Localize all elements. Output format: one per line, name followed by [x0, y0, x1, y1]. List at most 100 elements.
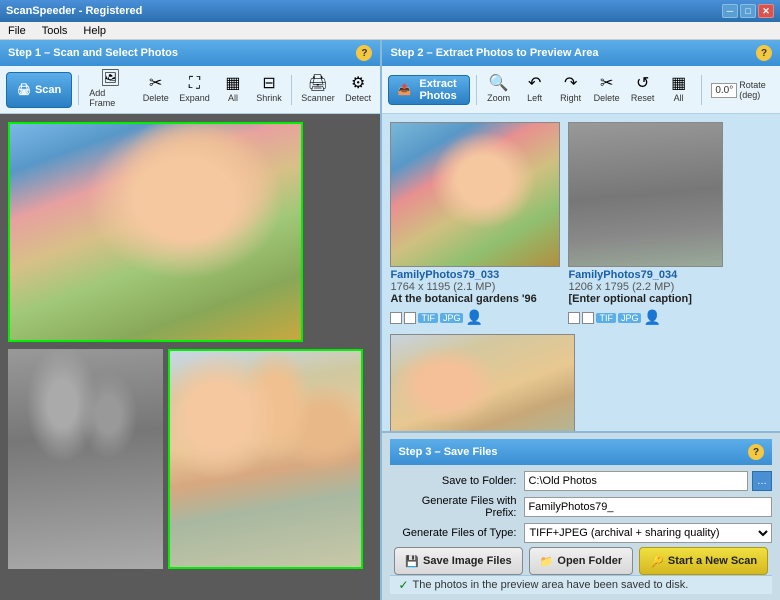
save-images-label: Save Image Files [423, 555, 512, 567]
scanner-icon: 🖨 [308, 76, 328, 92]
add-frame-button[interactable]: 🖼 Add Frame [85, 69, 135, 110]
save-folder-input[interactable] [524, 471, 748, 491]
separator-1 [78, 75, 79, 105]
photo-jpg-1[interactable]: JPG [440, 313, 464, 323]
rotate-deg-label: Rotate (deg) [739, 80, 770, 100]
scan-photo-3[interactable] [168, 349, 363, 569]
detect-button[interactable]: ⚙ Detect [342, 74, 375, 105]
extract-button[interactable]: 📤 Extract Photos [388, 75, 470, 105]
rotate-left-label: Left [527, 93, 542, 103]
save-folder-label: Save to Folder: [390, 475, 520, 487]
delete-label: Delete [143, 93, 169, 103]
app-title: ScanSpeeder - Registered [6, 5, 142, 17]
photo-tif-1[interactable]: TIF [418, 313, 438, 323]
save-prefix-row: Generate Files with Prefix: [390, 495, 772, 519]
photo-check-1b[interactable] [404, 312, 416, 324]
menu-file[interactable]: File [4, 24, 30, 38]
photo-share-1[interactable]: 👤 [465, 309, 482, 326]
status-check-icon: ✓ [398, 578, 408, 592]
zoom-button[interactable]: 🔍 Zoom [483, 74, 515, 105]
scan-label: Scan [35, 84, 61, 96]
all-icon-2: ▦ [671, 76, 686, 92]
photo-thumb-1[interactable] [390, 122, 560, 267]
save-images-icon: 💾 [405, 555, 419, 568]
rotate-deg-value: 0.0° [711, 83, 737, 98]
delete-icon: ✂ [149, 76, 162, 92]
step3-header: Step 3 – Save Files ? [390, 439, 772, 465]
photo-dims-2: 1206 x 1795 (2.2 MP) [568, 281, 723, 293]
add-frame-label: Add Frame [89, 88, 131, 108]
scan-button[interactable]: 🖨 Scan [6, 72, 72, 108]
rotate-right-button[interactable]: ↷ Right [555, 74, 587, 105]
step2-delete-button[interactable]: ✂ Delete [591, 74, 623, 105]
photo-filename-1: FamilyPhotos79_033 [390, 269, 560, 281]
photo-thumb-2[interactable] [568, 122, 723, 267]
photo-actions-2: TIF JPG 👤 [568, 309, 723, 326]
new-scan-icon: 🔑 [650, 555, 664, 568]
reset-icon: ↺ [636, 76, 649, 92]
photo-check-2b[interactable] [582, 312, 594, 324]
expand-button[interactable]: ⛶ Expand [176, 74, 213, 105]
save-type-select[interactable]: TIFF+JPEG (archival + sharing quality) [524, 523, 772, 543]
main-container: Step 1 – Scan and Select Photos ? 🖨 Scan… [0, 40, 780, 600]
rotate-left-button[interactable]: ↶ Left [519, 74, 551, 105]
rotate-deg-control[interactable]: 0.0° Rotate (deg) [707, 77, 774, 102]
close-button[interactable]: ✕ [758, 4, 774, 18]
step3-help[interactable]: ? [748, 444, 764, 460]
menu-help[interactable]: Help [79, 24, 110, 38]
new-scan-button[interactable]: 🔑 Start a New Scan [639, 547, 768, 575]
shrink-button[interactable]: ⊟ Shrink [253, 74, 285, 105]
save-type-label: Generate Files of Type: [390, 527, 520, 539]
minimize-button[interactable]: ─ [722, 4, 738, 18]
step2-help[interactable]: ? [756, 45, 772, 61]
step1-help[interactable]: ? [356, 45, 372, 61]
menu-bar: File Tools Help [0, 22, 780, 40]
photo-thumb-3[interactable] [390, 334, 575, 431]
photo-meta-2: FamilyPhotos79_034 1206 x 1795 (2.2 MP) … [568, 269, 723, 305]
detect-icon: ⚙ [351, 76, 365, 92]
rotate-right-label: Right [560, 93, 581, 103]
save-browse-button[interactable]: … [752, 471, 772, 491]
photo-tif-2[interactable]: TIF [596, 313, 616, 323]
step3-section: Step 3 – Save Files ? Save to Folder: … … [382, 431, 780, 600]
sep-3 [476, 75, 477, 105]
photo-jpg-2[interactable]: JPG [618, 313, 642, 323]
photo-card-2: FamilyPhotos79_034 1206 x 1795 (2.2 MP) … [568, 122, 723, 326]
title-bar: ScanSpeeder - Registered ─ □ ✕ [0, 0, 780, 22]
photo-caption-2[interactable]: [Enter optional caption] [568, 293, 723, 305]
scan-icon: 🖨 [17, 83, 31, 96]
delete-button[interactable]: ✂ Delete [139, 74, 172, 105]
reset-button[interactable]: ↺ Reset [627, 74, 659, 105]
photo-meta-1: FamilyPhotos79_033 1764 x 1195 (2.1 MP) … [390, 269, 560, 305]
photo-check-2[interactable] [568, 312, 580, 324]
photo-dims-1: 1764 x 1195 (2.1 MP) [390, 281, 560, 293]
step1-header: Step 1 – Scan and Select Photos ? [0, 40, 380, 66]
step2-header: Step 2 – Extract Photos to Preview Area … [382, 40, 780, 66]
status-bar: ✓ The photos in the preview area have be… [390, 575, 772, 594]
menu-tools[interactable]: Tools [38, 24, 72, 38]
save-prefix-input[interactable] [524, 497, 772, 517]
save-images-button[interactable]: 💾 Save Image Files [394, 547, 522, 575]
all-button-1[interactable]: ▦ All [217, 74, 249, 105]
save-buttons: 💾 Save Image Files 📁 Open Folder 🔑 Start… [390, 547, 772, 575]
all-label-2: All [674, 93, 684, 103]
maximize-button[interactable]: □ [740, 4, 756, 18]
scanner-button[interactable]: 🖨 Scanner [298, 74, 338, 105]
shrink-icon: ⊟ [262, 76, 275, 92]
save-folder-row: Save to Folder: … [390, 471, 772, 491]
all-icon-1: ▦ [225, 76, 240, 92]
scan-photo-2[interactable] [8, 349, 163, 569]
zoom-label: Zoom [487, 93, 510, 103]
photo-caption-1[interactable]: At the botanical gardens '96 [390, 293, 560, 305]
left-panel: Step 1 – Scan and Select Photos ? 🖨 Scan… [0, 40, 382, 600]
scan-photo-1[interactable] [8, 122, 303, 342]
open-folder-label: Open Folder [557, 555, 622, 567]
photo-share-2[interactable]: 👤 [643, 309, 660, 326]
separator-2 [291, 75, 292, 105]
photo-check-1[interactable] [390, 312, 402, 324]
all-button-2[interactable]: ▦ All [663, 74, 695, 105]
step2-delete-label: Delete [594, 93, 620, 103]
rotate-right-icon: ↷ [564, 76, 577, 92]
expand-label: Expand [179, 93, 210, 103]
open-folder-button[interactable]: 📁 Open Folder [529, 547, 633, 575]
